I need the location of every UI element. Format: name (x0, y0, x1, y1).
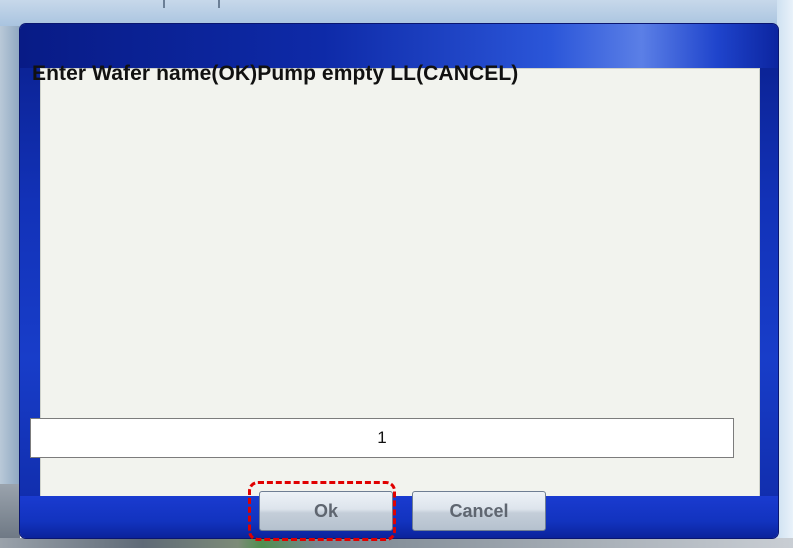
desktop-window-edge (0, 484, 20, 538)
cancel-button[interactable]: Cancel (412, 491, 546, 531)
desktop-background-top (0, 0, 793, 26)
dialog-button-bar (20, 496, 778, 538)
taskbar-strip (0, 538, 793, 548)
screen: Enter Wafer name(OK)Pump empty LL(CANCEL… (0, 0, 793, 548)
desktop-mark (163, 0, 165, 8)
desktop-background-left (0, 26, 20, 538)
dialog-prompt-text: Enter Wafer name(OK)Pump empty LL(CANCEL… (32, 62, 519, 85)
desktop-background-right (777, 0, 793, 548)
wafer-name-input[interactable] (30, 418, 734, 458)
desktop-mark (218, 0, 220, 8)
prompt-dialog (20, 24, 778, 538)
ok-button[interactable]: Ok (259, 491, 393, 531)
